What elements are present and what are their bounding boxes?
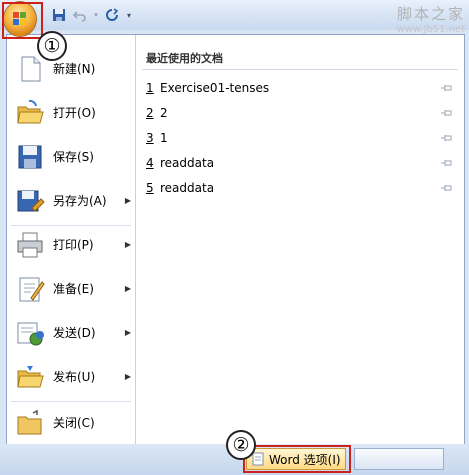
- menu-item-publish[interactable]: 发布(U) ▶: [7, 355, 135, 399]
- menu-item-label: 打开(O): [53, 106, 96, 120]
- menu-item-open[interactable]: 打开(O): [7, 91, 135, 135]
- recent-document-number: 1: [146, 81, 154, 95]
- recent-document-name: 1: [160, 131, 168, 145]
- prepare-icon: [19, 277, 45, 302]
- menu-item-label: 另存为(A): [53, 194, 107, 208]
- menu-item-label: 打印(P): [53, 238, 94, 252]
- callout-1: ①: [37, 31, 67, 61]
- quick-access-toolbar: ▾ ▾: [50, 4, 134, 26]
- menu-item-label: 保存(S): [53, 150, 94, 164]
- send-icon: [17, 322, 44, 346]
- pin-icon[interactable]: [440, 158, 454, 168]
- publish-icon: [17, 366, 44, 388]
- highlight-box-office-button: [2, 2, 43, 39]
- recent-document-item[interactable]: 1 Exercise01-tenses: [146, 77, 458, 102]
- recent-document-item[interactable]: 3 1: [146, 127, 458, 152]
- undo-button[interactable]: [71, 6, 89, 24]
- menu-item-save[interactable]: 保存(S): [7, 135, 135, 179]
- submenu-arrow-icon: ▶: [124, 240, 131, 249]
- save-disk-icon: [18, 145, 42, 169]
- menu-item-label: 准备(E): [53, 282, 94, 296]
- submenu-arrow-icon: ▶: [124, 196, 131, 205]
- exit-button-partial[interactable]: [354, 448, 444, 470]
- recent-documents-title: 最近使用的文档: [146, 52, 223, 65]
- menu-item-label: 关闭(C): [53, 416, 95, 430]
- pin-icon[interactable]: [440, 83, 454, 93]
- close-folder-icon: [17, 409, 42, 435]
- undo-dropdown[interactable]: ▾: [92, 6, 100, 24]
- menu-item-prepare[interactable]: 准备(E) ▶: [7, 267, 135, 311]
- recent-document-name: 2: [160, 106, 168, 120]
- save-icon: [53, 9, 65, 21]
- callout-2: ②: [226, 430, 256, 460]
- recent-document-item[interactable]: 2 2: [146, 102, 458, 127]
- recent-divider: [142, 69, 458, 70]
- menu-item-label: 发送(D): [53, 326, 96, 340]
- office-menu-commands: 新建(N) 打开(O) 保存(S) 另存为(A) ▶ 打印(P) ▶ 准备(E)…: [7, 35, 136, 444]
- recent-document-item[interactable]: 5 readdata: [146, 177, 458, 202]
- menu-item-label: 发布(U): [53, 370, 96, 384]
- redo-icon: [106, 8, 119, 21]
- printer-icon: [17, 232, 43, 258]
- open-folder-icon: [17, 99, 44, 124]
- recent-document-number: 2: [146, 106, 154, 120]
- recent-documents-panel: 最近使用的文档 1 Exercise01-tenses 2 2 3 1 4 re…: [136, 35, 464, 444]
- customize-qat-button[interactable]: ▾: [124, 6, 134, 24]
- watermark: 脚本之家 www.Jb51.net: [397, 3, 465, 35]
- recent-document-item[interactable]: 4 readdata: [146, 152, 458, 177]
- save-as-icon: [17, 190, 45, 212]
- recent-document-number: 5: [146, 181, 154, 195]
- submenu-arrow-icon: ▶: [124, 372, 131, 381]
- recent-document-name: Exercise01-tenses: [160, 81, 270, 95]
- menu-item-send[interactable]: 发送(D) ▶: [7, 311, 135, 355]
- pin-icon[interactable]: [440, 133, 454, 143]
- menu-item-print[interactable]: 打印(P) ▶: [7, 223, 135, 267]
- save-button[interactable]: [50, 6, 68, 24]
- pin-icon[interactable]: [440, 183, 454, 193]
- highlight-box-word-options: [243, 445, 351, 473]
- pin-icon[interactable]: [440, 108, 454, 118]
- new-document-icon: [21, 56, 41, 82]
- recent-document-number: 3: [146, 131, 154, 145]
- office-menu: 新建(N) 打开(O) 保存(S) 另存为(A) ▶ 打印(P) ▶ 准备(E)…: [6, 34, 465, 445]
- menu-item-new[interactable]: 新建(N): [7, 47, 135, 91]
- redo-button[interactable]: [103, 6, 121, 24]
- watermark-line1: 脚本之家: [396, 5, 465, 23]
- submenu-arrow-icon: ▶: [124, 328, 131, 337]
- menu-item-close[interactable]: 关闭(C): [7, 401, 135, 445]
- recent-document-number: 4: [146, 156, 154, 170]
- submenu-arrow-icon: ▶: [124, 284, 131, 293]
- undo-icon: [73, 11, 86, 22]
- recent-document-name: readdata: [160, 181, 215, 195]
- menu-item-save-as[interactable]: 另存为(A) ▶: [7, 179, 135, 223]
- recent-document-name: readdata: [160, 156, 215, 170]
